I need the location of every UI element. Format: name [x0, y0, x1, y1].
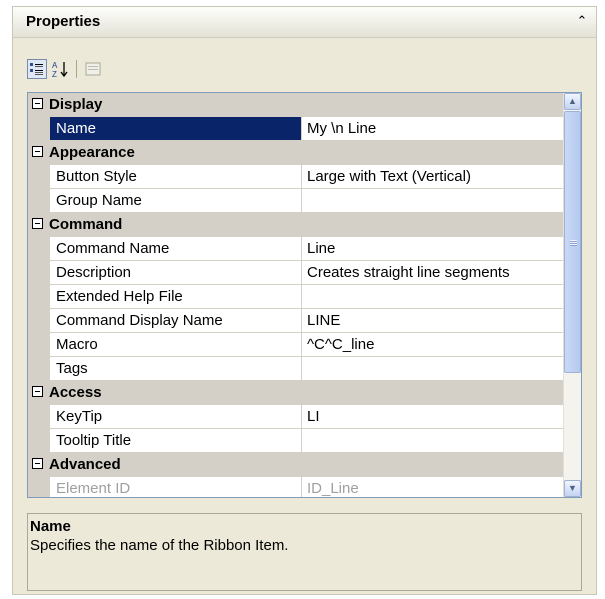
- property-value[interactable]: Line: [302, 237, 565, 261]
- property-name[interactable]: KeyTip: [50, 405, 302, 429]
- property-value[interactable]: My \n Line: [302, 117, 565, 141]
- property-name[interactable]: Element ID: [50, 477, 302, 497]
- property-name[interactable]: Tooltip Title: [50, 429, 302, 453]
- vertical-scrollbar[interactable]: ▲ ▼: [563, 93, 581, 497]
- help-pane: Name Specifies the name of the Ribbon It…: [27, 513, 582, 591]
- property-name[interactable]: Button Style: [50, 165, 302, 189]
- property-name[interactable]: Name: [50, 117, 302, 141]
- svg-text:A: A: [52, 61, 58, 70]
- property-value[interactable]: [302, 357, 565, 381]
- scroll-grip-icon: [570, 240, 577, 246]
- row-gutter: [28, 429, 50, 453]
- property-value[interactable]: LI: [302, 405, 565, 429]
- property-row[interactable]: Name My \n Line: [28, 117, 565, 141]
- property-grid: Display Name My \n Line Appearance Button St…: [27, 92, 582, 498]
- collapse-toggle-icon[interactable]: [32, 98, 43, 109]
- categorized-view-button[interactable]: [27, 59, 47, 79]
- property-row[interactable]: Description Creates straight line segment…: [28, 261, 565, 285]
- row-gutter: [28, 477, 50, 497]
- property-name[interactable]: Tags: [50, 357, 302, 381]
- property-value[interactable]: ^C^C_line: [302, 333, 565, 357]
- category-appearance[interactable]: Appearance: [28, 141, 565, 165]
- collapse-toggle-icon[interactable]: [32, 458, 43, 469]
- property-row[interactable]: Command Name Line: [28, 237, 565, 261]
- row-gutter: [28, 285, 50, 309]
- property-row[interactable]: Group Name: [28, 189, 565, 213]
- row-gutter: [28, 333, 50, 357]
- property-value[interactable]: [302, 189, 565, 213]
- property-row[interactable]: Button Style Large with Text (Vertical): [28, 165, 565, 189]
- row-gutter: [28, 309, 50, 333]
- category-access[interactable]: Access: [28, 381, 565, 405]
- category-command[interactable]: Command: [28, 213, 565, 237]
- category-label: Access: [49, 384, 102, 401]
- property-name[interactable]: Command Display Name: [50, 309, 302, 333]
- panel-title: Properties: [26, 13, 101, 30]
- categorized-icon: [30, 63, 43, 75]
- help-title: Name: [30, 518, 71, 535]
- property-value[interactable]: [302, 285, 565, 309]
- property-name[interactable]: Macro: [50, 333, 302, 357]
- property-row[interactable]: Tooltip Title: [28, 429, 565, 453]
- property-pages-icon: [85, 62, 101, 76]
- row-gutter: [28, 189, 50, 213]
- property-row[interactable]: Tags: [28, 357, 565, 381]
- property-name[interactable]: Group Name: [50, 189, 302, 213]
- property-name[interactable]: Extended Help File: [50, 285, 302, 309]
- row-gutter: [28, 261, 50, 285]
- collapse-toggle-icon[interactable]: [32, 218, 43, 229]
- property-row[interactable]: KeyTip LI: [28, 405, 565, 429]
- collapse-chevron-icon[interactable]: ⌃: [574, 13, 590, 29]
- property-name[interactable]: Description: [50, 261, 302, 285]
- sort-az-icon: A Z: [52, 61, 68, 79]
- category-advanced[interactable]: Advanced: [28, 453, 565, 477]
- property-name[interactable]: Command Name: [50, 237, 302, 261]
- property-row[interactable]: Extended Help File: [28, 285, 565, 309]
- row-gutter: [28, 405, 50, 429]
- properties-panel: Properties ⌃ A Z Display Name My \n Line…: [12, 6, 597, 595]
- property-value[interactable]: Large with Text (Vertical): [302, 165, 565, 189]
- row-gutter: [28, 237, 50, 261]
- collapse-toggle-icon[interactable]: [32, 146, 43, 157]
- collapse-toggle-icon[interactable]: [32, 386, 43, 397]
- panel-title-bar: Properties ⌃: [13, 7, 596, 38]
- scroll-up-button[interactable]: ▲: [564, 93, 581, 110]
- row-gutter: [28, 357, 50, 381]
- svg-text:Z: Z: [52, 70, 57, 79]
- category-label: Display: [49, 96, 103, 113]
- row-gutter: [28, 117, 50, 141]
- property-value[interactable]: Creates straight line segments: [302, 261, 565, 285]
- row-gutter: [28, 165, 50, 189]
- category-label: Advanced: [49, 456, 121, 473]
- property-row[interactable]: Command Display Name LINE: [28, 309, 565, 333]
- property-row[interactable]: Element ID ID_Line: [28, 477, 565, 497]
- property-value[interactable]: ID_Line: [302, 477, 565, 497]
- toolbar-separator: [76, 60, 77, 78]
- scroll-down-button[interactable]: ▼: [564, 480, 581, 497]
- category-label: Appearance: [49, 144, 135, 161]
- category-label: Command: [49, 216, 123, 233]
- scroll-thumb[interactable]: [564, 111, 581, 373]
- category-display[interactable]: Display: [28, 93, 565, 117]
- property-value[interactable]: LINE: [302, 309, 565, 333]
- help-description: Specifies the name of the Ribbon Item.: [30, 537, 289, 554]
- alphabetical-view-button[interactable]: A Z: [51, 59, 71, 79]
- property-row[interactable]: Macro ^C^C_line: [28, 333, 565, 357]
- property-pages-button[interactable]: [83, 59, 103, 79]
- property-value[interactable]: [302, 429, 565, 453]
